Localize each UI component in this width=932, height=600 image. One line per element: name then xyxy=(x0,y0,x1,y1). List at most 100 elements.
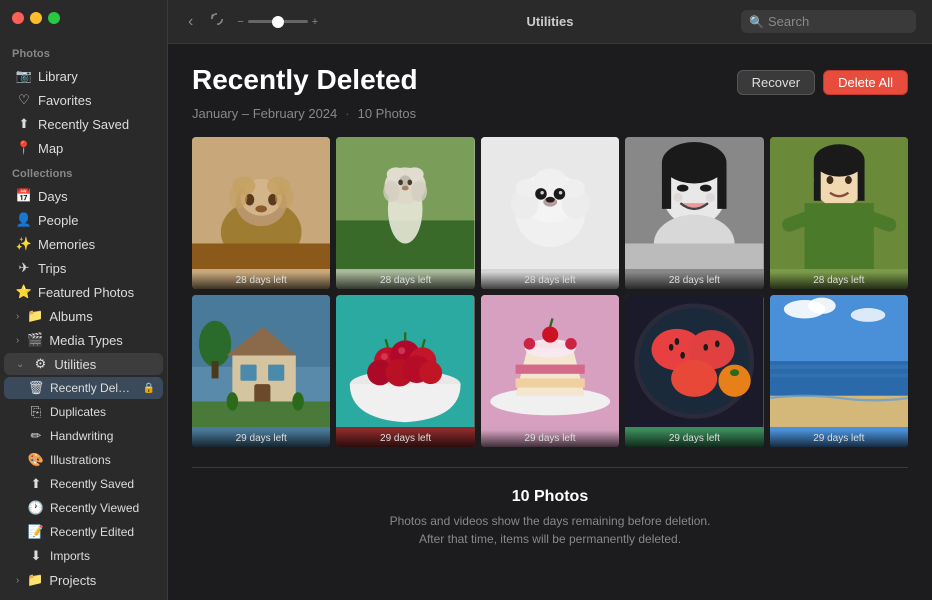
photo-days-label: 29 days left xyxy=(336,430,474,447)
sidebar-item-albums[interactable]: › 📁 Albums xyxy=(4,305,163,327)
sidebar-item-library[interactable]: 📷 Library xyxy=(4,65,163,87)
titlebar: ‹ − + Utilities 🔍 xyxy=(168,0,932,44)
sidebar-item-label: Utilities xyxy=(54,357,96,372)
zoom-slider[interactable] xyxy=(248,20,308,23)
sidebar-item-recently-edited[interactable]: 📝 Recently Edited xyxy=(4,521,163,543)
photo-count-meta: 10 Photos xyxy=(358,106,417,121)
upload-icon: ⬆ xyxy=(28,476,44,492)
nav-controls: ‹ xyxy=(184,9,229,34)
photo-cell[interactable]: 29 days left xyxy=(625,295,763,447)
sidebar: Photos 📷 Library ♡ Favorites ⬆ Recently … xyxy=(0,0,168,600)
person-icon: 👤 xyxy=(16,212,32,228)
photo-days-label: 29 days left xyxy=(625,430,763,447)
minimize-button[interactable] xyxy=(30,12,42,24)
maximize-button[interactable] xyxy=(48,12,60,24)
download-icon: ⬇ xyxy=(28,548,44,564)
photo-days-label: 28 days left xyxy=(481,272,619,289)
photo-cell[interactable]: 29 days left xyxy=(770,295,908,447)
lock-icon: 🔒 xyxy=(143,383,155,394)
search-icon: 🔍 xyxy=(749,15,764,29)
zoom-plus-icon: + xyxy=(312,16,318,28)
photo-cell[interactable]: 29 days left xyxy=(481,295,619,447)
sidebar-item-recently-saved-sub[interactable]: ⬆ Recently Saved xyxy=(4,473,163,495)
sidebar-item-label: Duplicates xyxy=(50,405,106,419)
action-buttons: Recover Delete All xyxy=(737,70,908,95)
photo-cell[interactable]: 28 days left xyxy=(336,137,474,289)
delete-all-button[interactable]: Delete All xyxy=(823,70,908,95)
sidebar-item-label: Featured Photos xyxy=(38,285,134,300)
sidebar-item-handwriting[interactable]: ✏ Handwriting xyxy=(4,425,163,447)
pen-icon: ✏ xyxy=(28,428,44,444)
main-content: ‹ − + Utilities 🔍 Recently Deleted Re xyxy=(168,0,932,600)
photo-days-label: 28 days left xyxy=(625,272,763,289)
collections-section-label: Collections xyxy=(0,160,167,184)
photo-days-label: 28 days left xyxy=(336,272,474,289)
page-meta: January – February 2024 · 10 Photos xyxy=(192,106,908,121)
library-icon: 📷 xyxy=(16,68,32,84)
sidebar-item-label: Handwriting xyxy=(50,429,113,443)
content-area: Recently Deleted Recover Delete All Janu… xyxy=(168,44,932,600)
clock-icon: 🕐 xyxy=(28,500,44,516)
sidebar-item-featured[interactable]: ⭐ Featured Photos xyxy=(4,281,163,303)
sidebar-item-projects[interactable]: › 📁 Projects xyxy=(4,569,163,591)
photo-cell[interactable]: 28 days left xyxy=(481,137,619,289)
chevron-right-icon: › xyxy=(16,311,19,322)
sidebar-item-label: Recently Viewed xyxy=(50,501,139,515)
sidebar-item-utilities[interactable]: ⌄ ⚙ Utilities xyxy=(4,353,163,375)
utilities-icon: ⚙ xyxy=(32,356,48,372)
photo-cell[interactable]: 28 days left xyxy=(625,137,763,289)
search-input[interactable] xyxy=(768,14,908,29)
rotate-button[interactable] xyxy=(205,9,229,34)
sidebar-item-label: Imports xyxy=(50,549,90,563)
sidebar-item-media-types[interactable]: › 🎬 Media Types xyxy=(4,329,163,351)
bottom-desc-line2: After that time, items will be permanent… xyxy=(419,532,681,546)
sparkle-icon: ✨ xyxy=(16,236,32,252)
meta-info: January – February 2024 · 10 Photos xyxy=(192,106,416,121)
close-button[interactable] xyxy=(12,12,24,24)
photos-section-label: Photos xyxy=(0,40,167,64)
back-button[interactable]: ‹ xyxy=(184,11,197,33)
chevron-right-icon: › xyxy=(16,575,19,586)
sidebar-item-days[interactable]: 📅 Days xyxy=(4,185,163,207)
photo-days-label: 28 days left xyxy=(192,272,330,289)
sidebar-item-label: Recently Saved xyxy=(38,117,129,132)
calendar-icon: 📅 xyxy=(16,188,32,204)
sidebar-item-label: Map xyxy=(38,141,63,156)
page-title: Recently Deleted xyxy=(192,64,418,96)
upload-icon: ⬆ xyxy=(16,116,32,132)
photo-grid: 28 days left xyxy=(192,137,908,447)
photo-cell[interactable]: 29 days left xyxy=(192,295,330,447)
sidebar-item-trips[interactable]: ✈ Trips xyxy=(4,257,163,279)
zoom-minus-icon: − xyxy=(237,16,243,28)
sidebar-item-label: Trips xyxy=(38,261,66,276)
photo-cell[interactable]: 28 days left xyxy=(192,137,330,289)
sidebar-item-people[interactable]: 👤 People xyxy=(4,209,163,231)
sidebar-item-duplicates[interactable]: ⎘ Duplicates xyxy=(4,401,163,423)
duplicate-icon: ⎘ xyxy=(28,404,44,420)
photo-days-label: 29 days left xyxy=(481,430,619,447)
sidebar-item-recently-deleted[interactable]: 🗑 Recently Delet... 🔒 xyxy=(4,377,163,399)
sidebar-item-illustrations[interactable]: 🎨 Illustrations xyxy=(4,449,163,471)
sidebar-item-map[interactable]: 📍 Map xyxy=(4,137,163,159)
sidebar-item-label: Library xyxy=(38,69,78,84)
heart-icon: ♡ xyxy=(16,92,32,108)
sidebar-item-label: People xyxy=(38,213,78,228)
recover-button[interactable]: Recover xyxy=(737,70,815,95)
sidebar-item-label: Recently Edited xyxy=(50,525,134,539)
plane-icon: ✈ xyxy=(16,260,32,276)
photo-cell[interactable]: 29 days left xyxy=(336,295,474,447)
sidebar-item-recently-viewed[interactable]: 🕐 Recently Viewed xyxy=(4,497,163,519)
sidebar-item-imports[interactable]: ⬇ Imports xyxy=(4,545,163,567)
titlebar-title: Utilities xyxy=(527,14,574,29)
sidebar-item-label: Memories xyxy=(38,237,95,252)
zoom-controls: − + xyxy=(237,16,318,28)
sidebar-item-favorites[interactable]: ♡ Favorites xyxy=(4,89,163,111)
star-icon: ⭐ xyxy=(16,284,32,300)
photo-days-label: 29 days left xyxy=(770,430,908,447)
photo-days-label: 29 days left xyxy=(192,430,330,447)
sidebar-item-label: Recently Delet... xyxy=(50,381,137,395)
sidebar-item-label: Projects xyxy=(49,573,96,588)
photo-cell[interactable]: 28 days left xyxy=(770,137,908,289)
sidebar-item-recently-saved[interactable]: ⬆ Recently Saved xyxy=(4,113,163,135)
sidebar-item-memories[interactable]: ✨ Memories xyxy=(4,233,163,255)
